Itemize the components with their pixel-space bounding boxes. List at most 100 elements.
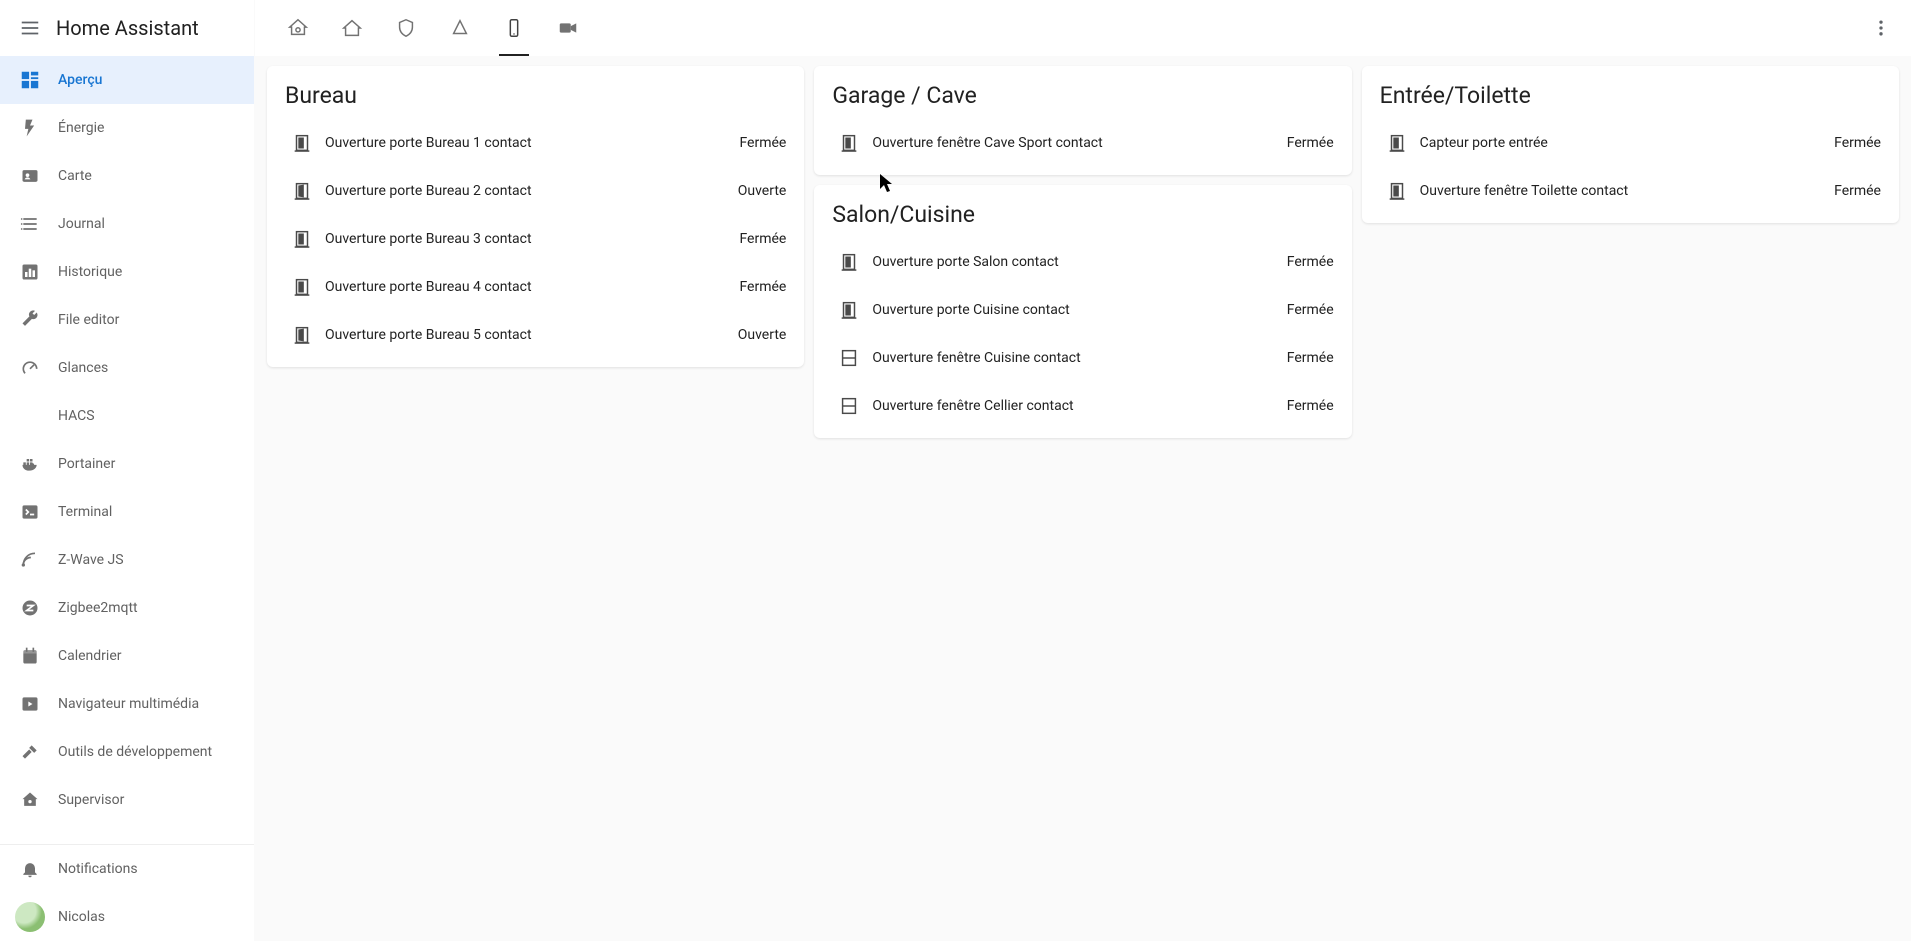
- entity-row[interactable]: Ouverture porte Cuisine contact Fermée: [832, 286, 1333, 334]
- entity-state: Fermée: [1287, 350, 1334, 366]
- tab-home[interactable]: [325, 0, 379, 56]
- sidebar-item-label: Zigbee2mqtt: [58, 600, 138, 616]
- door-icon: [832, 132, 866, 154]
- tab-home-assist[interactable]: [271, 0, 325, 56]
- dashboard-content: Bureau Ouverture porte Bureau 1 contact …: [255, 56, 1911, 941]
- entity-state: Fermée: [1287, 398, 1334, 414]
- entity-name: Ouverture porte Bureau 2 contact: [325, 183, 738, 199]
- tab-phone[interactable]: [487, 0, 541, 56]
- tab-alarm[interactable]: [433, 0, 487, 56]
- card-title: Bureau: [285, 82, 786, 109]
- list-icon: [12, 214, 48, 234]
- entity-name: Ouverture porte Bureau 1 contact: [325, 135, 739, 151]
- card-grid: Bureau Ouverture porte Bureau 1 contact …: [267, 66, 1899, 438]
- sidebar-item-dev-tools[interactable]: Outils de développement: [0, 728, 254, 776]
- menu-toggle-button[interactable]: [12, 10, 48, 46]
- window-icon: [832, 395, 866, 417]
- entity-name: Ouverture fenêtre Cuisine contact: [872, 350, 1286, 366]
- sidebar-item-supervisor[interactable]: Supervisor: [0, 776, 254, 824]
- sidebar-item-journal[interactable]: Journal: [0, 200, 254, 248]
- entity-state: Fermée: [1287, 254, 1334, 270]
- sidebar-item-apercu[interactable]: Aperçu: [0, 56, 254, 104]
- avatar: [12, 902, 48, 932]
- zigbee-icon: [12, 598, 48, 618]
- sidebar-item-label: Notifications: [58, 861, 138, 877]
- sidebar-item-label: Carte: [58, 168, 92, 184]
- window-icon: [832, 347, 866, 369]
- door-icon: [1380, 132, 1414, 154]
- docker-icon: [12, 454, 48, 474]
- sidebar-item-label: Glances: [58, 360, 108, 376]
- entity-row[interactable]: Ouverture fenêtre Cellier contact Fermée: [832, 382, 1333, 430]
- sidebar-item-terminal[interactable]: Terminal: [0, 488, 254, 536]
- door-icon: [285, 276, 319, 298]
- entity-row[interactable]: Ouverture porte Bureau 5 contact Ouverte: [285, 311, 786, 359]
- entity-row[interactable]: Ouverture porte Bureau 2 contact Ouverte: [285, 167, 786, 215]
- tab-security[interactable]: [379, 0, 433, 56]
- entity-name: Ouverture porte Bureau 3 contact: [325, 231, 739, 247]
- account-card-icon: [12, 166, 48, 186]
- card-title: Salon/Cuisine: [832, 201, 1333, 228]
- entity-name: Capteur porte entrée: [1420, 135, 1834, 151]
- alarm-icon: [449, 17, 471, 39]
- sidebar-item-zwave[interactable]: Z-Wave JS: [0, 536, 254, 584]
- sidebar-item-label: Énergie: [58, 120, 104, 136]
- hammer-icon: [12, 742, 48, 762]
- shield-icon: [395, 17, 417, 39]
- sidebar-item-file-editor[interactable]: File editor: [0, 296, 254, 344]
- entity-row[interactable]: Ouverture fenêtre Cuisine contact Fermée: [832, 334, 1333, 382]
- door-icon: [832, 251, 866, 273]
- home-assist-icon: [287, 17, 309, 39]
- card-entree-toilette: Entrée/Toilette Capteur porte entrée Fer…: [1362, 66, 1899, 223]
- card-bureau: Bureau Ouverture porte Bureau 1 contact …: [267, 66, 804, 367]
- entity-row[interactable]: Ouverture porte Bureau 4 contact Fermée: [285, 263, 786, 311]
- door-open-icon: [285, 324, 319, 346]
- sidebar-item-energie[interactable]: Énergie: [0, 104, 254, 152]
- entity-name: Ouverture porte Bureau 5 contact: [325, 327, 738, 343]
- dashboard-icon: [12, 69, 48, 91]
- menu-icon: [19, 17, 41, 39]
- sidebar-item-historique[interactable]: Historique: [0, 248, 254, 296]
- sidebar-item-carte[interactable]: Carte: [0, 152, 254, 200]
- sidebar: Home Assistant Aperçu Énergie Carte Jour…: [0, 0, 255, 941]
- card-title: Entrée/Toilette: [1380, 82, 1881, 109]
- overflow-menu-button[interactable]: [1861, 8, 1901, 48]
- card-salon-cuisine: Salon/Cuisine Ouverture porte Salon cont…: [814, 185, 1351, 438]
- entity-state: Fermée: [1834, 183, 1881, 199]
- entity-state: Fermée: [739, 231, 786, 247]
- main: Bureau Ouverture porte Bureau 1 contact …: [255, 0, 1911, 941]
- entity-row[interactable]: Ouverture porte Salon contact Fermée: [832, 238, 1333, 286]
- column-3: Entrée/Toilette Capteur porte entrée Fer…: [1362, 66, 1899, 438]
- entity-name: Ouverture fenêtre Toilette contact: [1420, 183, 1834, 199]
- topbar: [255, 0, 1911, 56]
- sidebar-item-notifications[interactable]: Notifications: [0, 845, 254, 893]
- bell-icon: [12, 859, 48, 879]
- sidebar-item-media-browser[interactable]: Navigateur multimédia: [0, 680, 254, 728]
- entity-row[interactable]: Ouverture porte Bureau 3 contact Fermée: [285, 215, 786, 263]
- entity-row[interactable]: Ouverture fenêtre Toilette contact Fermé…: [1380, 167, 1881, 215]
- sidebar-item-hacs[interactable]: HACS: [0, 392, 254, 440]
- video-icon: [557, 17, 579, 39]
- play-box-icon: [12, 694, 48, 714]
- home-icon: [341, 17, 363, 39]
- entity-row[interactable]: Ouverture fenêtre Cave Sport contact Fer…: [832, 119, 1333, 167]
- sidebar-item-glances[interactable]: Glances: [0, 344, 254, 392]
- entity-state: Ouverte: [738, 183, 787, 199]
- sidebar-item-label: Historique: [58, 264, 122, 280]
- entity-state: Fermée: [1287, 302, 1334, 318]
- door-open-icon: [285, 180, 319, 202]
- entity-row[interactable]: Ouverture porte Bureau 1 contact Fermée: [285, 119, 786, 167]
- column-1: Bureau Ouverture porte Bureau 1 contact …: [267, 66, 804, 438]
- sidebar-header: Home Assistant: [0, 0, 254, 56]
- sidebar-item-zigbee[interactable]: Zigbee2mqtt: [0, 584, 254, 632]
- column-2: Garage / Cave Ouverture fenêtre Cave Spo…: [814, 66, 1351, 438]
- sidebar-item-user[interactable]: Nicolas: [0, 893, 254, 941]
- entity-name: Ouverture fenêtre Cellier contact: [872, 398, 1286, 414]
- tab-camera[interactable]: [541, 0, 595, 56]
- sidebar-item-calendrier[interactable]: Calendrier: [0, 632, 254, 680]
- entity-row[interactable]: Capteur porte entrée Fermée: [1380, 119, 1881, 167]
- sidebar-item-portainer[interactable]: Portainer: [0, 440, 254, 488]
- entity-state: Fermée: [1834, 135, 1881, 151]
- sidebar-item-label: Navigateur multimédia: [58, 696, 199, 712]
- sidebar-item-label: Z-Wave JS: [58, 552, 124, 568]
